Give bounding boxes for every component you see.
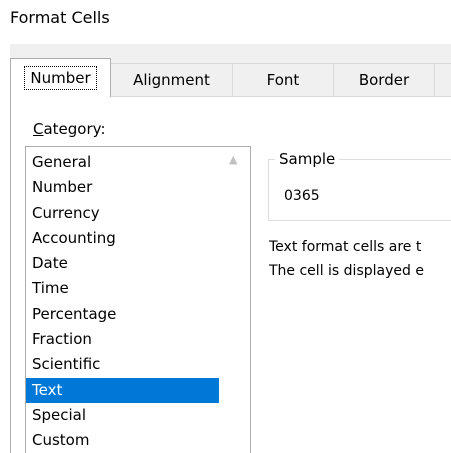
- tab-alignment[interactable]: Alignment: [111, 63, 233, 97]
- tab-number-label: Number: [24, 66, 97, 90]
- category-label-accelerator: C: [33, 120, 44, 138]
- format-description: Text format cells are t The cell is disp…: [269, 235, 451, 283]
- format-description-line-2: The cell is displayed e: [269, 263, 424, 279]
- category-item-currency[interactable]: Currency: [26, 201, 219, 226]
- dialog-title: Format Cells: [10, 8, 110, 27]
- category-item-fraction[interactable]: Fraction: [26, 327, 219, 352]
- tab-number[interactable]: Number: [10, 58, 111, 97]
- category-item-scientific[interactable]: Scientific: [26, 352, 219, 377]
- tab-strip: Number Alignment Font Border: [10, 44, 451, 97]
- tab-font[interactable]: Font: [233, 63, 334, 97]
- tab-border-label: Border: [358, 71, 410, 89]
- tabs: Number Alignment Font Border: [10, 58, 451, 97]
- category-item-accounting[interactable]: Accounting: [26, 226, 219, 251]
- category-label: Category:: [33, 120, 106, 138]
- tab-partial: [435, 63, 451, 97]
- format-description-line-1: Text format cells are t: [269, 239, 422, 255]
- sample-value: 0365: [284, 188, 320, 204]
- category-items: General Number Currency Accounting Date …: [26, 150, 219, 453]
- category-item-custom[interactable]: Custom: [26, 428, 219, 453]
- category-item-general[interactable]: General: [26, 150, 219, 175]
- category-label-text: ategory:: [43, 120, 106, 138]
- category-item-percentage[interactable]: Percentage: [26, 302, 219, 327]
- category-item-date[interactable]: Date: [26, 251, 219, 276]
- category-item-special[interactable]: Special: [26, 403, 219, 428]
- category-item-number[interactable]: Number: [26, 175, 219, 200]
- tab-font-label: Font: [266, 71, 300, 89]
- category-listbox[interactable]: General Number Currency Accounting Date …: [25, 146, 251, 453]
- category-item-text[interactable]: Text: [26, 377, 219, 403]
- tab-border[interactable]: Border: [334, 63, 435, 97]
- sample-legend: Sample: [275, 150, 340, 168]
- category-scrollbar[interactable]: ▲: [220, 147, 250, 453]
- tab-alignment-label: Alignment: [133, 71, 210, 89]
- category-item-time[interactable]: Time: [26, 276, 219, 301]
- chevron-up-icon[interactable]: ▲: [229, 153, 237, 166]
